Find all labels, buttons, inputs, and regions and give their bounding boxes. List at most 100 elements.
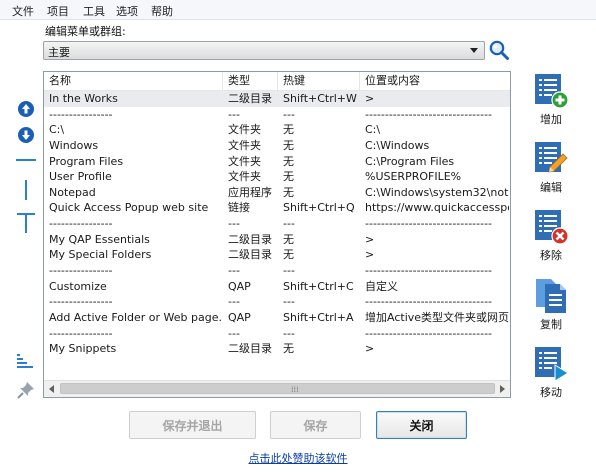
add-icon bbox=[535, 74, 569, 109]
text-separator-icon[interactable] bbox=[15, 211, 37, 235]
group-select-value: 主要 bbox=[48, 46, 70, 59]
column-header-location[interactable]: 位置或内容 bbox=[360, 72, 510, 90]
cell-hotkey: Shift+Ctrl+Q bbox=[283, 201, 355, 215]
list-item[interactable]: Windows 文件夹 无 C:\Windows bbox=[44, 138, 510, 154]
copy-button[interactable]: 复制 bbox=[530, 278, 572, 332]
search-button[interactable] bbox=[488, 39, 510, 61]
move-button[interactable]: 移动 bbox=[530, 346, 572, 400]
cell-type: 文件夹 bbox=[228, 154, 261, 168]
cell-location: %USERPROFILE% bbox=[365, 170, 462, 184]
horizontal-scrollbar[interactable]: ⁞⁞⁞ bbox=[44, 380, 510, 397]
remove-button[interactable]: 移除 bbox=[530, 209, 572, 263]
cell-type: 二级目录 bbox=[228, 92, 272, 105]
list-item[interactable]: ---------------- --- --- ------------------… bbox=[44, 263, 510, 279]
cell-name: Quick Access Popup web site bbox=[49, 201, 209, 215]
cell-type: 二级目录 bbox=[228, 342, 272, 356]
scroll-right-icon[interactable] bbox=[500, 385, 505, 393]
cell-type: 应用程序 bbox=[228, 185, 272, 199]
save-and-exit-button[interactable]: 保存并退出 bbox=[129, 411, 256, 439]
list-item[interactable]: ---------------- --- --- ------------------… bbox=[44, 216, 510, 232]
cell-name: Windows bbox=[49, 138, 99, 152]
menu-items-list[interactable]: 名称 类型 热键 位置或内容 In the Works 二级目录 Shift+Ctr… bbox=[43, 71, 511, 398]
menu-file[interactable]: 文件 bbox=[12, 3, 34, 19]
remove-label: 移除 bbox=[540, 249, 562, 262]
cell-hotkey: --- bbox=[283, 107, 295, 121]
cell-hotkey: Shift+Ctrl+W bbox=[283, 92, 357, 105]
scrollbar-thumb[interactable]: ⁞⁞⁞ bbox=[60, 383, 495, 394]
copy-icon bbox=[536, 279, 566, 313]
cell-type: 文件夹 bbox=[228, 138, 261, 152]
list-item[interactable]: ---------------- --- --- ------------------… bbox=[44, 326, 510, 342]
cell-type: QAP bbox=[228, 310, 251, 324]
cell-location: C:\Windows\system32\notepad.exe bbox=[365, 185, 509, 199]
cell-location: C:\Windows bbox=[365, 138, 430, 152]
chevron-down-icon bbox=[470, 48, 478, 53]
menu-bar: 文件 项目 工具 选项 帮助 bbox=[0, 0, 596, 20]
cell-name: ---------------- bbox=[49, 264, 113, 278]
cell-name: My Snippets bbox=[49, 342, 117, 356]
cell-type: 二级目录 bbox=[228, 232, 272, 246]
cell-hotkey: 无 bbox=[283, 154, 294, 168]
list-item[interactable]: Quick Access Popup web site 链接 Shift+Ctrl+… bbox=[44, 200, 510, 216]
cell-name: ---------------- bbox=[49, 295, 113, 309]
list-item[interactable]: Notepad 应用程序无 C:\Windows\system32\notepad.… bbox=[44, 185, 510, 201]
edit-label: 编辑 bbox=[540, 181, 562, 194]
edit-button[interactable]: 编辑 bbox=[530, 141, 572, 195]
list-item[interactable]: In the Works 二级目录 Shift+Ctrl+W > bbox=[44, 91, 510, 107]
list-item[interactable]: ---------------- --- --- ------------------… bbox=[44, 107, 510, 123]
menu-project[interactable]: 项目 bbox=[47, 3, 69, 19]
cell-location: 增加Active类型文件夹或网页 bbox=[365, 310, 509, 324]
menu-options[interactable]: 选项 bbox=[116, 3, 138, 19]
cell-type: 文件夹 bbox=[228, 123, 261, 137]
cell-name: ---------------- bbox=[49, 326, 113, 340]
cell-location: https://www.quickaccesspopup.com bbox=[365, 201, 509, 215]
column-break-icon[interactable] bbox=[21, 179, 31, 201]
pin-icon[interactable] bbox=[16, 380, 36, 400]
separator-icon[interactable] bbox=[15, 155, 37, 165]
cell-hotkey: --- bbox=[283, 264, 295, 278]
arrow-down-icon[interactable] bbox=[17, 126, 35, 144]
copy-label: 复制 bbox=[540, 318, 562, 331]
menu-tools[interactable]: 工具 bbox=[83, 3, 105, 19]
cell-name: Customize bbox=[49, 279, 107, 293]
list-item[interactable]: My QAP Essentials 二级目录无 > bbox=[44, 232, 510, 248]
cell-location: C:\Program Files bbox=[365, 154, 455, 168]
list-item[interactable]: Program Files 文件夹 无 C:\Program Files bbox=[44, 154, 510, 170]
column-header-type[interactable]: 类型 bbox=[223, 72, 278, 90]
cell-hotkey: --- bbox=[283, 217, 295, 231]
menu-help[interactable]: 帮助 bbox=[151, 3, 173, 19]
cell-hotkey: 无 bbox=[283, 123, 294, 137]
scroll-left-icon[interactable] bbox=[49, 385, 54, 393]
cell-type: --- bbox=[228, 326, 240, 340]
move-icon bbox=[535, 347, 569, 382]
column-header-hotkey[interactable]: 热键 bbox=[278, 72, 360, 90]
list-item[interactable]: Customize QAP Shift+Ctrl+C 自定义 bbox=[44, 279, 510, 295]
list-item[interactable]: Add Active Folder or Web page... QAP Shift… bbox=[44, 310, 510, 326]
list-header: 名称 类型 热键 位置或内容 bbox=[44, 72, 510, 91]
cell-type: QAP bbox=[228, 279, 251, 293]
sort-icon[interactable] bbox=[15, 352, 37, 370]
cell-hotkey: 无 bbox=[283, 185, 294, 199]
list-item[interactable]: My Special Folders 二级目录无 > bbox=[44, 247, 510, 263]
close-button[interactable]: 关闭 bbox=[376, 411, 467, 439]
move-label: 移动 bbox=[540, 386, 562, 399]
list-item[interactable]: My Snippets 二级目录无 > bbox=[44, 341, 510, 357]
list-item[interactable]: User Profile 文件夹 无 %USERPROFILE% bbox=[44, 169, 510, 185]
remove-icon bbox=[535, 210, 569, 245]
list-item[interactable]: ---------------- --- --- ------------------… bbox=[44, 294, 510, 310]
cell-location: -------------------------------- bbox=[365, 107, 493, 121]
cell-hotkey: --- bbox=[283, 326, 295, 340]
add-button[interactable]: 增加 bbox=[530, 73, 572, 127]
cell-location: > bbox=[365, 342, 375, 356]
cell-name: My QAP Essentials bbox=[49, 232, 150, 246]
save-button[interactable]: 保存 bbox=[270, 411, 361, 439]
cell-location: -------------------------------- bbox=[365, 264, 493, 278]
cell-location: -------------------------------- bbox=[365, 217, 493, 231]
arrow-up-icon[interactable] bbox=[17, 100, 35, 118]
group-select[interactable]: 主要 bbox=[43, 41, 485, 60]
support-link[interactable]: 点击此处赞助该软件 bbox=[0, 450, 596, 466]
cell-location: > bbox=[365, 248, 375, 262]
column-header-name[interactable]: 名称 bbox=[44, 72, 223, 90]
list-item[interactable]: C:\ 文件夹 无 C:\ bbox=[44, 122, 510, 138]
cell-hotkey: 无 bbox=[283, 170, 294, 184]
